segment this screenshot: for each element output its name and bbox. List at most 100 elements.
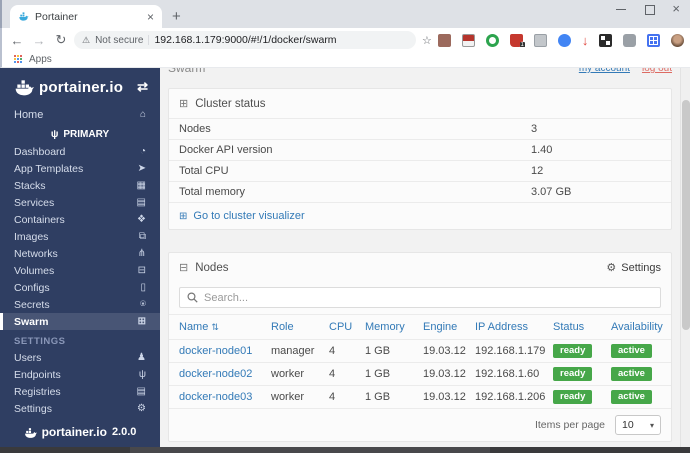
sort-icon: ⇅ [211,322,219,332]
sidebar-item-users[interactable]: Users ♟ [0,349,160,366]
archive-icon[interactable] [533,33,547,47]
new-tab-button[interactable]: + [172,8,181,25]
portainer-favicon-icon [19,12,29,21]
column-header-memory[interactable]: Memory [365,321,423,333]
sidebar-logo[interactable]: portainer.io ⇄ [0,68,160,104]
sidebar-item-label: Volumes [14,264,55,277]
photo-icon[interactable] [647,33,661,47]
node-name-link[interactable]: docker-node03 [179,391,271,403]
search-input[interactable] [204,291,653,304]
bookmark-star-icon[interactable]: ☆ [422,34,432,47]
node-engine: 19.03.12 [423,391,466,403]
sidebar-item-settings[interactable]: Settings ⚙ [0,400,160,417]
column-header-engine[interactable]: Engine [423,321,475,333]
download-arrow-icon[interactable]: ↓ [582,34,589,47]
sidebar-item-endpoints[interactable]: Endpoints ψ [0,366,160,383]
node-ip: 192.168.1.206 [475,391,546,403]
status-badge: ready [553,344,593,358]
node-availability: active [611,367,661,381]
column-header-availability[interactable]: Availability [611,321,663,333]
node-memory: 1 GB [365,368,391,380]
url-text[interactable]: 192.168.1.179:9000/#!/1/docker/swarm [154,34,408,46]
back-icon[interactable]: ← [8,33,26,48]
domino-icon[interactable] [599,33,613,47]
column-header-name[interactable]: Name ⇅ [179,321,271,333]
sidebar-item-networks[interactable]: Networks ⋔ [0,245,160,262]
cluster-label: Docker API version [179,144,273,156]
visualizer-icon: ⊞ [179,210,188,222]
column-header-cpu[interactable]: CPU [329,321,365,333]
sidebar-item-stacks[interactable]: Stacks ▦ [0,177,160,194]
log-out-link[interactable]: log out [642,68,672,88]
sidebar-item-volumes[interactable]: Volumes ⊟ [0,262,160,279]
sidebar-collapse-icon[interactable]: ⇄ [137,79,148,95]
column-header-role[interactable]: Role [271,321,329,333]
page-title: Swarm [168,68,206,75]
gear-icon: ⚙ [137,403,146,414]
apps-label[interactable]: Apps [29,54,52,65]
sidebar-item-label: App Templates [14,162,84,175]
items-per-page-select[interactable]: 10 ▾ [615,415,661,435]
page-size-value: 10 [622,419,634,431]
apps-grid-icon[interactable] [14,55,23,64]
maximize-button[interactable] [644,4,656,15]
sitemap-icon: ⋔ [137,248,146,259]
nodes-header: ⊟ Nodes ⚙ Settings [169,253,671,282]
sidebar-item-containers[interactable]: Containers ❖ [0,211,160,228]
cluster-value: 1.40 [531,144,553,156]
sidebar-item-configs[interactable]: Configs ▯ [0,279,160,296]
column-header-ip[interactable]: IP Address [475,321,553,333]
close-window-button[interactable]: × [672,2,680,15]
node-status: ready [553,367,611,381]
sidebar-item-registries[interactable]: Registries ▤ [0,383,160,400]
sidebar-footer: portainer.io 2.0.0 [0,419,160,447]
not-secure-warning-icon: ⚠ [82,34,91,45]
node-name-link[interactable]: docker-node01 [179,345,271,357]
account-links: my account log out [579,68,672,88]
cluster-status-widget: ⊞ Cluster status Nodes 3 Docker API vers… [168,88,672,230]
sidebar-item-swarm[interactable]: Swarm ⊞ [0,313,160,330]
camera-icon[interactable] [461,33,475,47]
security-label[interactable]: Not secure [95,35,143,46]
forward-icon[interactable]: → [30,33,48,48]
minimize-button[interactable] [616,4,627,14]
column-header-status[interactable]: Status [553,321,611,333]
node-ip: 192.168.1.179 [475,345,546,357]
my-account-link[interactable]: my account [579,68,630,88]
background-window-strip [0,447,690,453]
avatar[interactable] [671,33,684,47]
rocket-icon: ➤ [137,163,146,174]
sidebar-item-home[interactable]: Home ⌂ [0,104,160,125]
toolbox-icon[interactable] [437,33,451,47]
address-bar[interactable]: ⚠ Not secure 192.168.1.179:9000/#!/1/doc… [74,31,416,49]
nodes-table-header: Name ⇅ Role CPU Memory Engine IP Address … [169,314,671,339]
scrollbar-thumb[interactable] [682,100,690,330]
hdd-icon: ⊟ [137,265,146,276]
sidebar-item-secrets[interactable]: Secrets ⍟ [0,296,160,313]
vertical-scrollbar[interactable] [680,68,690,447]
green-ring-icon[interactable] [485,33,499,47]
portainer-footer-logo-icon [24,427,37,438]
sidebar-item-dashboard[interactable]: Dashboard ◔ [0,143,160,160]
puzzle-icon[interactable] [623,33,637,47]
blue-dot-icon[interactable] [557,33,571,47]
sidebar-endpoint-header[interactable]: ψ PRIMARY [0,125,160,143]
sidebar-item-label: Swarm [14,315,49,328]
node-engine: 19.03.12 [423,368,466,380]
sidebar-item-app-templates[interactable]: App Templates ➤ [0,160,160,177]
sidebar-item-images[interactable]: Images ⧉ [0,228,160,245]
node-name-link[interactable]: docker-node02 [179,368,271,380]
browser-tab[interactable]: Portainer × [10,5,162,28]
sidebar-item-services[interactable]: Services ▤ [0,194,160,211]
tab-close-icon[interactable]: × [147,10,154,24]
search-icon [187,292,198,303]
sidebar: portainer.io ⇄ Home ⌂ ψ PRIMARY Dashboar… [0,68,160,447]
cluster-visualizer-link[interactable]: ⊞ Go to cluster visualizer [169,202,671,229]
shield-badge-icon[interactable]: 1 [509,33,525,47]
availability-badge: active [611,367,652,381]
search-box[interactable] [179,287,661,308]
nodes-settings-button[interactable]: ⚙ Settings [606,261,661,275]
sidebar-item-label: Dashboard [14,145,66,158]
node-cpu: 4 [329,368,336,380]
reload-icon[interactable]: ↻ [52,32,70,48]
